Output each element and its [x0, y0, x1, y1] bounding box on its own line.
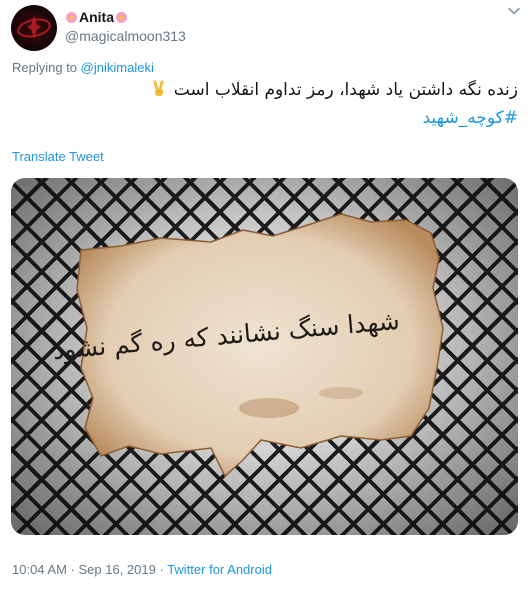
reply-mention-link[interactable]: @jnikimaleki: [81, 60, 154, 75]
user-handle[interactable]: @magicalmoon313: [65, 28, 186, 44]
victory-hand-icon: [150, 79, 168, 97]
avatar[interactable]: [11, 5, 57, 51]
display-name[interactable]: Anita: [65, 9, 128, 25]
tweet-text: زنده نگه داشتن یاد شهدا، رمز تداوم انقلا…: [13, 76, 518, 132]
tweet-date[interactable]: Sep 16, 2019: [79, 562, 156, 577]
meta-separator: ·: [66, 562, 79, 577]
cherry-blossom-icon: [115, 11, 128, 24]
tweet-source-link[interactable]: Twitter for Android: [167, 562, 272, 577]
translate-tweet-link[interactable]: Translate Tweet: [12, 149, 104, 164]
replying-to: Replying to @jnikimaleki: [12, 60, 154, 75]
tweet-meta: 10:04 AM · Sep 16, 2019 · Twitter for An…: [12, 562, 272, 577]
cherry-blossom-icon: [65, 11, 78, 24]
tweet-card: Anita @magicalmoon313 Replying to @jniki…: [0, 0, 530, 589]
hashtag-link[interactable]: #کوچه_شهید: [13, 104, 518, 132]
chevron-down-icon[interactable]: [507, 4, 521, 18]
display-name-text: Anita: [79, 9, 114, 25]
replying-prefix: Replying to: [12, 60, 78, 75]
meta-separator: ·: [155, 562, 168, 577]
tweet-time[interactable]: 10:04 AM: [12, 562, 67, 577]
tweet-body: زنده نگه داشتن یاد شهدا، رمز تداوم انقلا…: [173, 80, 518, 100]
